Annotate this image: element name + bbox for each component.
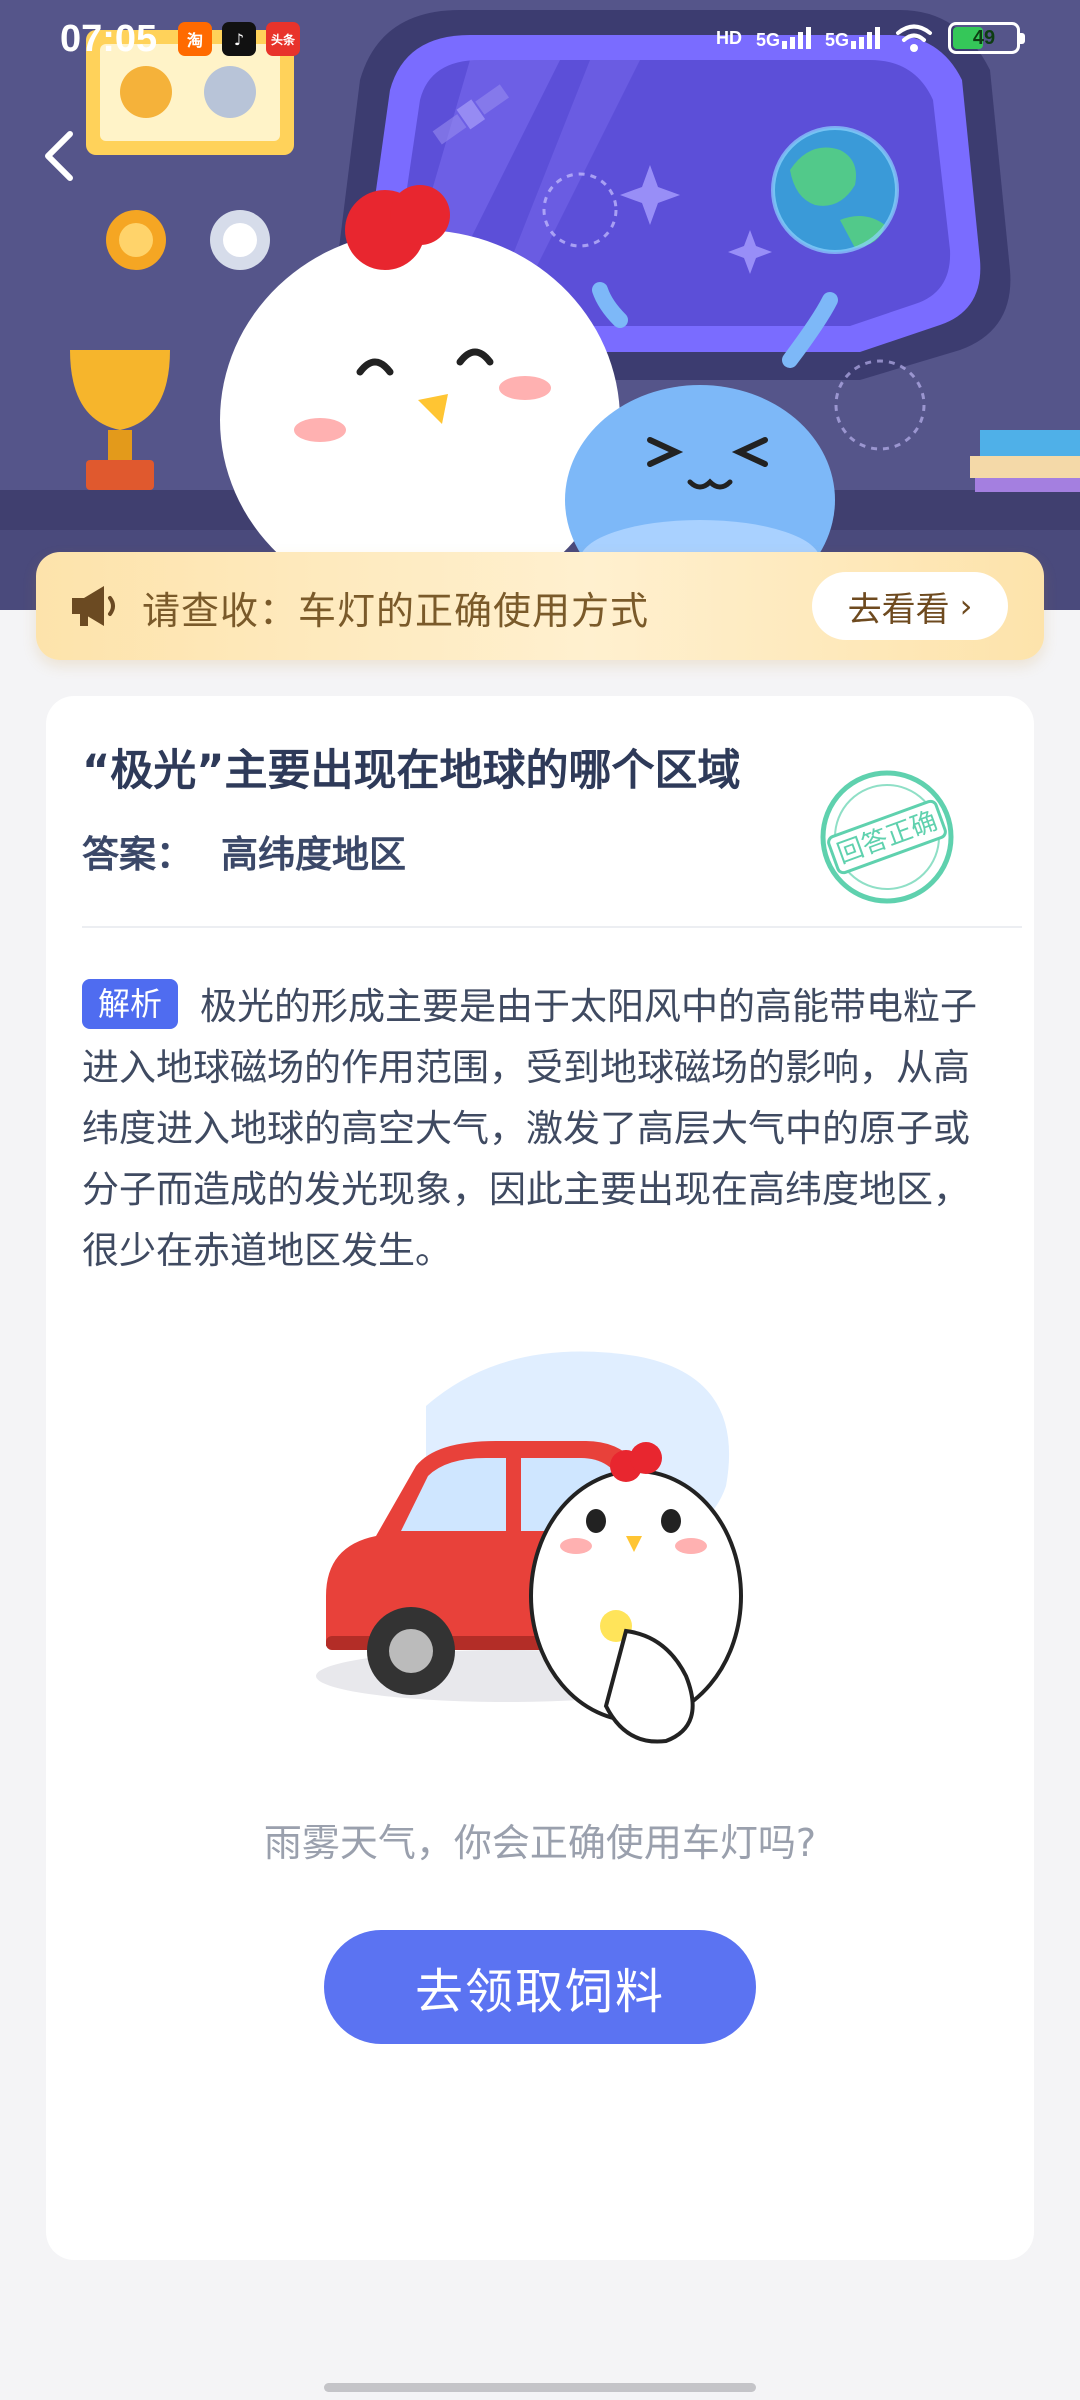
status-bar: 07:05 淘 ♪ 头条 HD 5G 5G 49 [0,0,1080,80]
analysis-text: 极光的形成主要是由于太阳风中的高能带电粒子进入地球磁场的作用范围，受到地球磁场的… [82,985,978,1272]
hd-indicator: HD [715,28,742,48]
signal-1-icon: 5G [756,27,811,49]
hero-banner [0,0,1080,610]
answer-line: 答案： 高纬度地区 [82,824,406,878]
signal-2-icon: 5G [825,27,880,49]
wifi-icon [896,24,932,52]
claim-feed-button[interactable]: 去领取饲料 [324,1930,756,2044]
chevron-left-icon [45,131,73,181]
battery-icon: 49 [948,22,1025,54]
status-time: 07:05 [60,18,158,60]
tiktok-icon: ♪ [222,22,256,56]
answer-card: “极光”主要出现在地球的哪个区域 答案： 高纬度地区 回答正确 解析 极光的形成主要… [46,696,1034,2260]
megaphone-icon [72,586,115,626]
divider [82,926,1022,928]
analysis-tag: 解析 [82,979,179,1029]
answer-label: 答案： [82,833,193,876]
network-type-1: 5G [755,30,780,50]
go-see-label: 去看看 [847,589,950,630]
question-title: “极光”主要出现在地球的哪个区域 [82,746,741,796]
hero-illustration [0,0,1080,610]
status-indicators: HD 5G 5G 49 [715,22,1025,54]
chevron-right-icon: › [959,587,973,625]
car-chick-illustration [316,1351,743,1744]
battery-level: 49 [972,26,996,49]
go-see-button[interactable]: 去看看 › [812,572,1008,640]
toutiao-icon: 头条 [266,22,300,56]
network-type-2: 5G [824,30,849,50]
back-button[interactable] [30,120,90,190]
status-app-icons: 淘 ♪ 头条 [178,22,300,56]
answer-value: 高纬度地区 [221,833,406,876]
home-indicator[interactable] [324,2383,756,2392]
taobao-icon: 淘 [178,22,212,56]
notice-banner: 请查收：车灯的正确使用方式 去看看 › [36,552,1044,660]
promo-subtitle: 雨雾天气，你会正确使用车灯吗? [263,1821,817,1865]
analysis-section: 解析 极光的形成主要是由于太阳风中的高能带电粒子进入地球磁场的作用范围，受到地球磁… [82,976,982,1281]
correct-stamp: 回答正确 [820,770,954,904]
notice-text: 请查收：车灯的正确使用方式 [142,589,650,633]
